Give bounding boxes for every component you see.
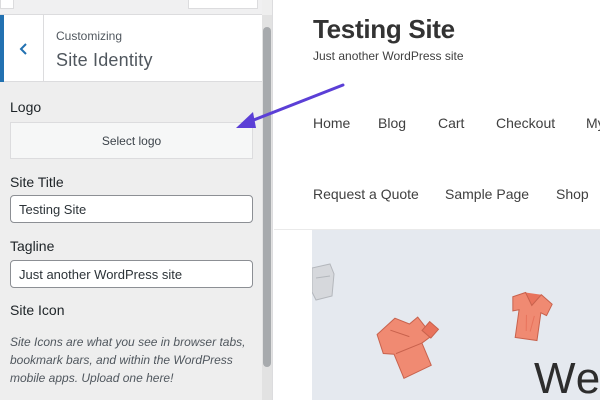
scrollbar-thumb[interactable] — [263, 27, 271, 367]
preview-site-title[interactable]: Testing Site — [313, 14, 455, 45]
site-icon-description: Site Icons are what you see in browser t… — [10, 335, 246, 385]
grey-shirt-illustration — [312, 263, 335, 301]
customizer-top-bar — [0, 0, 262, 15]
chevron-left-icon — [19, 42, 27, 55]
site-icon-label: Site Icon — [10, 302, 65, 318]
menu-item-checkout[interactable]: Checkout — [496, 115, 555, 131]
site-preview: Testing Site Just another WordPress site… — [274, 0, 600, 400]
tagline-input[interactable] — [10, 260, 253, 288]
section-title: Site Identity — [56, 50, 153, 70]
select-logo-button[interactable]: Select logo — [10, 122, 253, 159]
menu-item-cart[interactable]: Cart — [438, 115, 464, 131]
section-header: Customizing Site Identity — [0, 15, 262, 82]
hero-heading: We — [534, 354, 600, 400]
customizer-panel: Customizing Site Identity Logo Select lo… — [0, 0, 273, 400]
shirt-illustration — [512, 291, 553, 342]
site-title-input[interactable] — [10, 195, 253, 223]
menu-item-home[interactable]: Home — [313, 115, 350, 131]
preview-tagline: Just another WordPress site — [313, 49, 464, 63]
menu-item-blog[interactable]: Blog — [378, 115, 406, 131]
menu-item-shop[interactable]: Shop — [556, 186, 589, 202]
logo-label: Logo — [10, 99, 42, 115]
top-bar-segment — [0, 0, 14, 9]
top-bar-segment — [188, 0, 258, 9]
back-button[interactable] — [0, 15, 44, 82]
breadcrumb: Customizing — [56, 29, 123, 43]
tumbling-shirt-illustration — [376, 316, 440, 380]
menu-item-request-a-quote[interactable]: Request a Quote — [313, 186, 419, 202]
scrollbar[interactable] — [262, 15, 272, 400]
site-title-label: Site Title — [10, 174, 64, 190]
hero-banner: We — [312, 230, 600, 400]
menu-item-my-account[interactable]: My — [586, 115, 600, 131]
tagline-label: Tagline — [10, 238, 55, 254]
menu-item-sample-page[interactable]: Sample Page — [445, 186, 529, 202]
